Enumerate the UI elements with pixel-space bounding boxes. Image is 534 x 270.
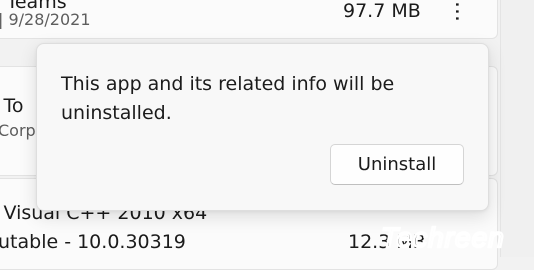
app-size-teams: 97.7 MB bbox=[343, 0, 421, 22]
techreen-watermark: Techreen bbox=[380, 221, 505, 254]
app-subtitle-teams: | 9/28/2021 bbox=[0, 10, 91, 29]
more-icon: … bbox=[450, 0, 475, 22]
app-subtitle-visual-cpp: utable - 10.0.30319 bbox=[0, 231, 186, 253]
app-title-todo: t To bbox=[0, 95, 24, 117]
more-options-button[interactable]: … bbox=[450, 0, 475, 24]
uninstall-button[interactable]: Uninstall bbox=[330, 144, 464, 185]
uninstall-message: This app and its related info will be un… bbox=[61, 73, 395, 124]
watermark-text: Techreen bbox=[381, 222, 505, 253]
uninstall-flyout: This app and its related info will be un… bbox=[36, 43, 489, 211]
app-subtitle-todo: Corp bbox=[0, 121, 36, 140]
